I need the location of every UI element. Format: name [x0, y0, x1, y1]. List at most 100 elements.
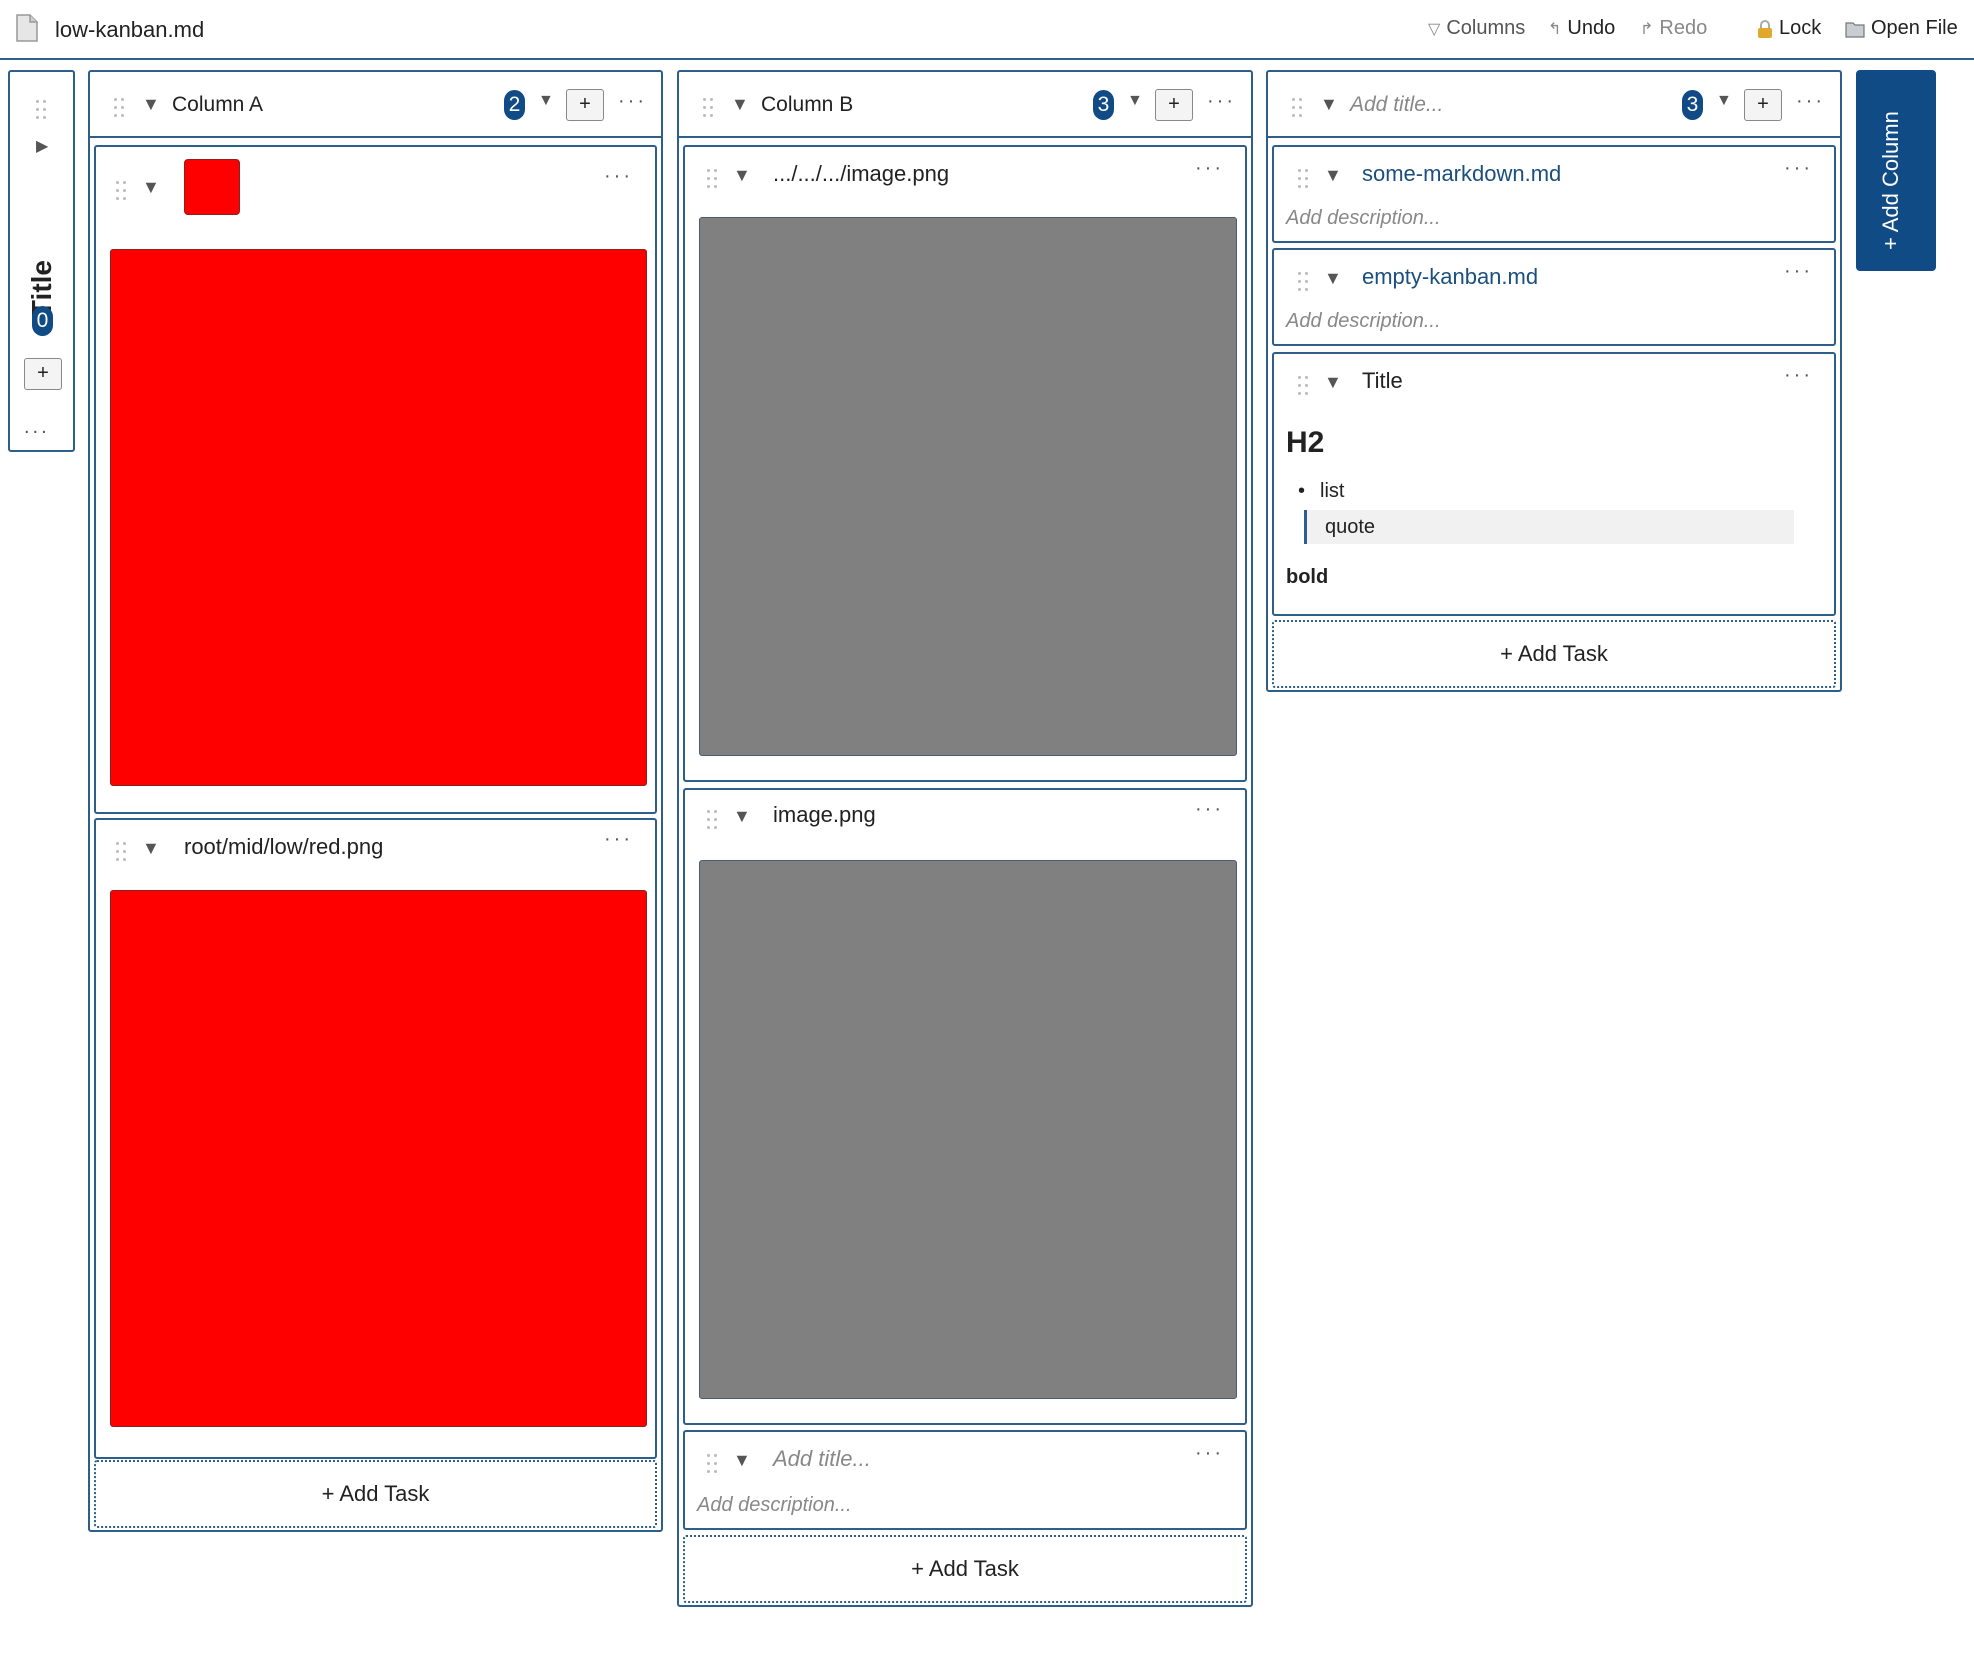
- collapse-arrow-icon[interactable]: ▼: [142, 838, 160, 859]
- column-a: ▼ Column A 2 ▼ + ··· ▼ ··· ▼ root/mid/lo…: [88, 70, 663, 1532]
- collapse-arrow-icon[interactable]: ▼: [142, 94, 160, 115]
- drag-handle-icon[interactable]: [116, 842, 130, 862]
- drag-handle-icon[interactable]: [703, 98, 717, 118]
- card-image: [699, 217, 1237, 756]
- collapse-arrow-icon[interactable]: ▼: [1324, 268, 1342, 289]
- columns-button[interactable]: ▽ Columns: [1428, 17, 1525, 40]
- file-name: low-kanban.md: [55, 17, 205, 42]
- collapse-arrow-icon[interactable]: ▼: [1324, 165, 1342, 186]
- column-title-placeholder[interactable]: Add title...: [1350, 93, 1443, 117]
- card[interactable]: ▼ ···: [94, 145, 657, 814]
- drag-handle-icon[interactable]: [1298, 169, 1312, 189]
- card-title[interactable]: root/mid/low/red.png: [184, 834, 383, 860]
- add-card-button[interactable]: +: [1155, 89, 1193, 121]
- toolbar: low-kanban.md ▽ Columns ↰ Undo ↱ Redo Lo…: [0, 0, 1974, 60]
- drag-handle-icon[interactable]: [707, 1454, 721, 1474]
- card-description-placeholder[interactable]: Add description...: [1286, 310, 1441, 333]
- add-task-button[interactable]: + Add Task: [683, 1535, 1247, 1603]
- markdown-blockquote: quote: [1304, 510, 1794, 544]
- undo-button[interactable]: ↰ Undo: [1548, 17, 1615, 40]
- more-options-icon[interactable]: ...: [24, 417, 50, 437]
- add-column-label: + Add Column: [1878, 111, 1903, 250]
- card-title[interactable]: image.png: [773, 802, 876, 828]
- open-file-button[interactable]: Open File: [1845, 17, 1958, 40]
- column-header: ▼ Column A 2 ▼ + ···: [90, 72, 661, 138]
- card[interactable]: ▼ root/mid/low/red.png ···: [94, 818, 657, 1459]
- redo-button[interactable]: ↱ Redo: [1640, 17, 1707, 40]
- more-options-icon[interactable]: ···: [1195, 799, 1224, 819]
- more-options-icon[interactable]: ···: [618, 91, 647, 111]
- card-title-placeholder[interactable]: Add title...: [773, 1446, 871, 1472]
- card[interactable]: ▼ image.png ···: [683, 788, 1247, 1425]
- card[interactable]: ▼ Title ··· H2 • list quote bold: [1272, 352, 1836, 616]
- card-image: [699, 860, 1237, 1399]
- red-thumbnail-image: [184, 159, 240, 215]
- drag-handle-icon[interactable]: [116, 181, 130, 201]
- collapse-arrow-icon[interactable]: ▼: [1324, 372, 1342, 393]
- lock-icon: [1758, 19, 1772, 38]
- more-options-icon[interactable]: ···: [1195, 158, 1224, 178]
- blockquote-text: quote: [1325, 516, 1376, 538]
- add-card-button[interactable]: +: [24, 358, 62, 390]
- add-task-button[interactable]: + Add Task: [94, 1460, 657, 1528]
- bullet-icon: •: [1298, 480, 1306, 502]
- card[interactable]: ▼ some-markdown.md ··· Add description..…: [1272, 145, 1836, 243]
- card-count-badge: 3: [1093, 90, 1114, 120]
- sort-arrow-icon[interactable]: ▼: [538, 92, 554, 110]
- sort-arrow-icon[interactable]: ▼: [1716, 92, 1732, 110]
- more-options-icon[interactable]: ···: [1207, 91, 1236, 111]
- more-options-icon[interactable]: ···: [1195, 1443, 1224, 1463]
- column-c: ▼ Add title... 3 ▼ + ··· ▼ some-markdown…: [1266, 70, 1842, 692]
- undo-icon: ↰: [1548, 20, 1562, 38]
- card-title[interactable]: Title: [1362, 368, 1403, 394]
- add-column-button[interactable]: + Add Column: [1856, 70, 1936, 271]
- more-options-icon[interactable]: ···: [1784, 365, 1813, 385]
- drag-handle-icon[interactable]: [707, 810, 721, 830]
- expand-arrow-icon[interactable]: ▶: [36, 136, 48, 156]
- card-image: [110, 249, 647, 786]
- drag-handle-icon[interactable]: [36, 100, 50, 120]
- drag-handle-icon[interactable]: [1292, 98, 1306, 118]
- collapse-arrow-icon[interactable]: ▼: [731, 94, 749, 115]
- add-card-button[interactable]: +: [566, 89, 604, 121]
- markdown-list-item: list: [1320, 480, 1345, 502]
- card-description-placeholder[interactable]: Add description...: [697, 1494, 852, 1517]
- collapse-arrow-icon[interactable]: ▼: [733, 165, 751, 186]
- card-title-link[interactable]: some-markdown.md: [1362, 161, 1561, 187]
- column-title[interactable]: Column A: [172, 93, 263, 117]
- folder-icon: [1845, 21, 1865, 38]
- card-title[interactable]: .../.../.../image.png: [773, 161, 949, 187]
- redo-icon: ↱: [1640, 20, 1654, 38]
- more-options-icon[interactable]: ···: [1784, 261, 1813, 281]
- add-task-button[interactable]: + Add Task: [1272, 620, 1836, 688]
- card[interactable]: ▼ Add title... ··· Add description...: [683, 1430, 1247, 1530]
- file-icon: [16, 14, 38, 42]
- markdown-heading: H2: [1286, 426, 1325, 459]
- drag-handle-icon[interactable]: [114, 98, 128, 118]
- markdown-bold-text: bold: [1286, 566, 1329, 588]
- card[interactable]: ▼ .../.../.../image.png ···: [683, 145, 1247, 782]
- lock-button[interactable]: Lock: [1757, 17, 1821, 40]
- collapse-arrow-icon[interactable]: ▼: [733, 806, 751, 827]
- add-card-button[interactable]: +: [1744, 89, 1782, 121]
- collapsed-column: ▶ Title 0 + ...: [8, 70, 75, 452]
- card-image: [110, 890, 647, 1427]
- sort-arrow-icon[interactable]: ▼: [1127, 92, 1143, 110]
- column-header: ▼ Column B 3 ▼ + ···: [679, 72, 1251, 138]
- collapse-arrow-icon[interactable]: ▼: [1320, 94, 1338, 115]
- collapse-arrow-icon[interactable]: ▼: [142, 177, 160, 198]
- drag-handle-icon[interactable]: [707, 169, 721, 189]
- column-title[interactable]: Column B: [761, 93, 853, 117]
- filter-icon: ▽: [1428, 20, 1441, 38]
- collapse-arrow-icon[interactable]: ▼: [733, 1450, 751, 1471]
- drag-handle-icon[interactable]: [1298, 272, 1312, 292]
- card[interactable]: ▼ empty-kanban.md ··· Add description...: [1272, 248, 1836, 346]
- drag-handle-icon[interactable]: [1298, 376, 1312, 396]
- card-description-placeholder[interactable]: Add description...: [1286, 207, 1441, 230]
- card-title-link[interactable]: empty-kanban.md: [1362, 264, 1538, 290]
- card-count-badge: 2: [504, 90, 525, 120]
- more-options-icon[interactable]: ···: [1784, 158, 1813, 178]
- more-options-icon[interactable]: ···: [1796, 91, 1825, 111]
- more-options-icon[interactable]: ···: [604, 166, 633, 186]
- more-options-icon[interactable]: ···: [604, 829, 633, 849]
